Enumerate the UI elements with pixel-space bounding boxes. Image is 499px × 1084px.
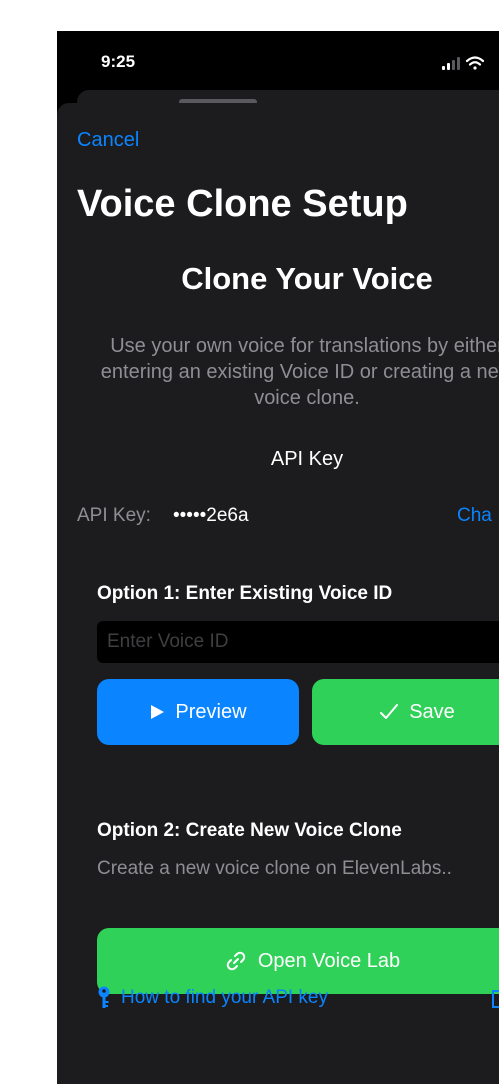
page-title: Voice Clone Setup	[77, 183, 408, 225]
status-time: 9:25	[101, 52, 136, 71]
api-key-label: API Key:	[77, 505, 151, 526]
api-key-help-link[interactable]: How to find your API key	[97, 986, 328, 1010]
cancel-button[interactable]: Cancel	[77, 129, 139, 152]
open-voice-lab-button[interactable]: Open Voice Lab	[97, 928, 499, 994]
change-api-key-button[interactable]: Cha	[457, 505, 492, 527]
signal-icon	[442, 57, 460, 70]
voice-clone-sheet: Cancel Voice Clone Setup Clone Your Voic…	[57, 103, 499, 1084]
intro-description: Use your own voice for translations by e…	[100, 335, 499, 409]
preview-label: Preview	[175, 700, 247, 723]
open-voice-lab-label: Open Voice Lab	[257, 949, 401, 972]
external-link-icon[interactable]	[491, 989, 499, 1009]
help-link-label: How to find your API key	[121, 987, 328, 1008]
option2-description: Create a new voice clone on ElevenLabs..	[97, 858, 452, 879]
option1-title: Option 1: Enter Existing Voice ID	[97, 583, 393, 604]
section-heading: Clone Your Voice	[181, 261, 433, 296]
wifi-icon	[465, 56, 485, 70]
save-button[interactable]: Save	[312, 679, 499, 745]
preview-button[interactable]: Preview	[97, 679, 299, 745]
link-icon	[226, 951, 246, 971]
save-label: Save	[409, 700, 455, 723]
api-key-masked-value: •••••2e6a	[173, 505, 249, 526]
option2-title: Option 2: Create New Voice Clone	[97, 820, 402, 841]
voice-id-input[interactable]	[97, 621, 499, 663]
phone-screen: 9:25 Cancel Voice Clone Setup Clone Your…	[57, 31, 499, 1084]
checkmark-icon	[380, 704, 399, 719]
play-icon	[151, 705, 165, 719]
key-icon	[98, 986, 110, 1008]
status-icons	[442, 55, 499, 78]
api-key-section-label: API Key	[270, 448, 344, 470]
